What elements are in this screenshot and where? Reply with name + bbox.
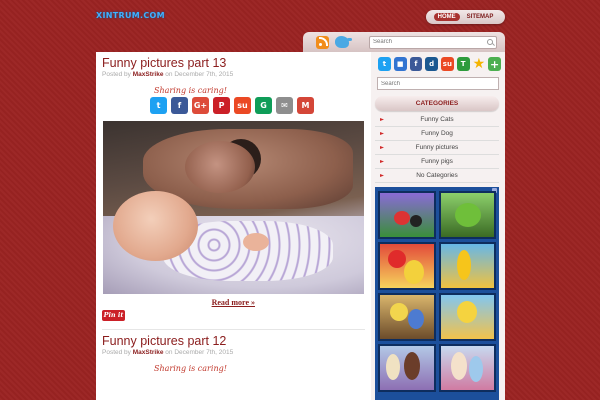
facebook-icon[interactable]: f xyxy=(409,57,423,71)
post: Funny pictures part 13 Posted by MaxStri… xyxy=(102,56,365,325)
twitter-icon[interactable]: t xyxy=(378,57,391,71)
social-icons-row: t ■ f d su T ★ + xyxy=(375,56,501,72)
categories-title: CATEGORIES xyxy=(375,96,499,111)
add-icon[interactable]: + xyxy=(488,57,501,71)
magnifier-icon[interactable] xyxy=(487,39,493,45)
facebook-share-icon[interactable]: f xyxy=(171,97,188,114)
top-navigation: HOME SITEMAP xyxy=(426,10,505,24)
categories-list: Funny Cats Funny Dog Funny pictures Funn… xyxy=(375,113,499,183)
category-item[interactable]: Funny Cats xyxy=(375,113,499,127)
post-meta: Posted by MaxStrike on December 7th, 201… xyxy=(102,71,365,78)
post-author[interactable]: MaxStrike xyxy=(133,71,164,78)
post-date: December 7th, 2015 xyxy=(174,71,234,78)
posted-by-label: Posted by xyxy=(102,71,131,78)
image-hand-shape xyxy=(243,233,269,251)
pin-it-button[interactable]: Pin it xyxy=(102,310,125,321)
nav-home-link[interactable]: HOME xyxy=(433,13,460,21)
gmail-share-icon[interactable]: M xyxy=(297,97,314,114)
category-label[interactable]: Funny Dog xyxy=(375,130,499,137)
favorite-icon[interactable]: ★ xyxy=(473,56,486,72)
twitter-share-icon[interactable]: t xyxy=(150,97,167,114)
stumbleupon-icon[interactable]: su xyxy=(441,57,454,71)
game-thumbnail[interactable] xyxy=(378,344,436,392)
game-thumbnail[interactable] xyxy=(438,242,496,290)
posted-by-label: Posted by xyxy=(102,349,131,356)
sidebar: t■fdsuT★+ CATEGORIES Funny Cats Funny Do… xyxy=(371,52,505,400)
post-date: December 7th, 2015 xyxy=(174,349,234,356)
email-share-icon[interactable]: ✉ xyxy=(276,97,293,114)
category-item[interactable]: Funny pigs xyxy=(375,155,499,169)
site-logo[interactable]: XINTRUM.COM xyxy=(96,11,165,20)
share-buttons: t f G+ Psu G ✉ M xyxy=(150,97,365,114)
game-thumbnail[interactable] xyxy=(378,242,436,290)
rss-icon[interactable] xyxy=(316,35,329,49)
category-label[interactable]: Funny Cats xyxy=(375,116,499,123)
category-label[interactable]: Funny pictures xyxy=(375,144,499,151)
stumbleupon-share-icon[interactable]: su xyxy=(234,97,251,114)
post-image[interactable] xyxy=(103,121,364,294)
delicious-icon[interactable]: ■ xyxy=(393,57,407,71)
category-label[interactable]: Funny pigs xyxy=(375,158,499,165)
post-meta: Posted by MaxStrike on December 7th, 201… xyxy=(102,349,365,356)
category-label[interactable]: No Categories xyxy=(375,172,499,179)
game-thumbnail[interactable] xyxy=(438,293,496,341)
image-baby-head-shape xyxy=(113,191,198,261)
pinterest-share-icon[interactable]: P xyxy=(213,97,230,114)
sharing-bar: Sharing is caring! t f G+ Psu G ✉ M xyxy=(150,86,365,114)
header-search-input[interactable] xyxy=(373,39,487,45)
game-thumbnail[interactable] xyxy=(438,344,496,392)
category-item[interactable]: Funny pictures xyxy=(375,141,499,155)
read-more-link[interactable]: Read more » xyxy=(102,298,255,307)
header-bar xyxy=(303,32,505,52)
game-thumbnail[interactable] xyxy=(378,293,436,341)
on-label: on xyxy=(165,71,173,78)
main-content: Funny pictures part 13 Posted by MaxStri… xyxy=(96,52,371,400)
post: Funny pictures part 12 Posted by MaxStri… xyxy=(102,329,365,377)
category-item[interactable]: No Categories xyxy=(375,169,499,183)
categories-widget: CATEGORIES Funny Cats Funny Dog Funny pi… xyxy=(375,96,499,183)
header-search-box xyxy=(369,35,497,49)
game-thumbnail[interactable] xyxy=(378,191,436,239)
sharing-label: Sharing is caring! xyxy=(154,364,227,373)
sidebar-search-input[interactable] xyxy=(381,80,495,87)
twitter-bird-icon[interactable] xyxy=(335,36,352,48)
nav-sitemap-link[interactable]: SITEMAP xyxy=(463,13,498,21)
technorati-icon[interactable]: T xyxy=(456,57,470,71)
post-title[interactable]: Funny pictures part 13 xyxy=(102,56,365,70)
sharing-bar: Sharing is caring! xyxy=(150,364,365,373)
google-share-icon[interactable]: G xyxy=(255,97,272,114)
digg-icon[interactable]: d xyxy=(425,57,438,71)
game-thumbnail[interactable] xyxy=(438,191,496,239)
sharing-label: Sharing is caring! xyxy=(154,86,227,95)
image-head-shape xyxy=(185,141,255,193)
games-ad-panel[interactable] xyxy=(375,187,499,400)
post-title[interactable]: Funny pictures part 12 xyxy=(102,334,365,348)
category-item[interactable]: Funny Dog xyxy=(375,127,499,141)
sidebar-search-box xyxy=(377,77,499,90)
on-label: on xyxy=(165,349,173,356)
google-plus-share-icon[interactable]: G+ xyxy=(192,97,209,114)
post-author[interactable]: MaxStrike xyxy=(133,349,164,356)
